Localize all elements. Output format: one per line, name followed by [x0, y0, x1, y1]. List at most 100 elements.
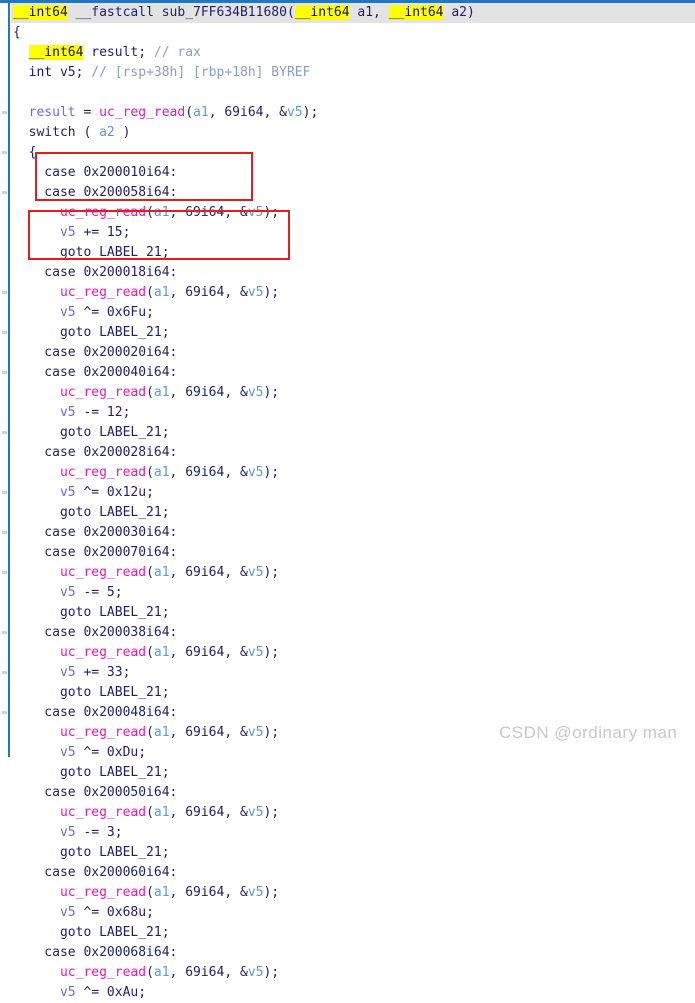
- code-line[interactable]: goto LABEL_21;: [11, 763, 695, 783]
- code-token-plain: (: [146, 805, 154, 820]
- code-token-plain: );: [302, 105, 319, 120]
- code-line[interactable]: goto LABEL_21;: [11, 323, 695, 343]
- code-token-arg: a1: [193, 105, 209, 120]
- code-line[interactable]: {: [11, 23, 695, 43]
- code-line[interactable]: uc_reg_read(a1, 69i64, &v5);: [11, 283, 695, 303]
- code-token-plain: );: [263, 285, 280, 300]
- code-token-arg: a1: [153, 465, 170, 480]
- code-token-plain: );: [263, 205, 280, 220]
- code-line[interactable]: case 0x200068i64:: [11, 943, 695, 963]
- code-token-plain: (: [146, 565, 154, 580]
- code-line[interactable]: case 0x200070i64:: [11, 543, 695, 563]
- code-line[interactable]: int v5; // [rsp+38h] [rbp+18h] BYREF: [11, 63, 695, 83]
- code-line[interactable]: result = uc_reg_read(a1, 69i64, &v5);: [11, 103, 695, 123]
- code-line[interactable]: v5 ^= 0x6Fu;: [11, 303, 695, 323]
- code-token-plain: ,: [169, 725, 186, 740]
- code-line[interactable]: uc_reg_read(a1, 69i64, &v5);: [11, 643, 695, 663]
- code-line[interactable]: v5 -= 12;: [11, 403, 695, 423]
- code-token-plain: goto LABEL_21;: [13, 605, 170, 620]
- code-line[interactable]: case 0x200050i64:: [11, 783, 695, 803]
- code-token-arg: v5: [247, 725, 264, 740]
- code-token-arg: a1: [153, 725, 170, 740]
- code-line[interactable]: case 0x200058i64:: [11, 183, 695, 203]
- code-token-plain: case 0x200038i64:: [13, 625, 178, 640]
- code-gutter[interactable]: [0, 3, 11, 757]
- code-token-fn: uc_reg_read: [59, 805, 147, 820]
- code-token-arg: v5: [247, 385, 264, 400]
- code-line[interactable]: case 0x200060i64:: [11, 863, 695, 883]
- code-line[interactable]: goto LABEL_21;: [11, 243, 695, 263]
- code-line[interactable]: case 0x200018i64:: [11, 263, 695, 283]
- code-token-plain: );: [263, 565, 280, 580]
- code-line[interactable]: v5 -= 5;: [11, 583, 695, 603]
- code-line[interactable]: goto LABEL_21;: [11, 683, 695, 703]
- code-token-num: 69i64: [185, 805, 225, 820]
- code-token-plain: case 0x200050i64:: [13, 785, 178, 800]
- code-line[interactable]: uc_reg_read(a1, 69i64, &v5);: [11, 563, 695, 583]
- code-line[interactable]: uc_reg_read(a1, 69i64, &v5);: [11, 803, 695, 823]
- code-line[interactable]: uc_reg_read(a1, 69i64, &v5);: [11, 463, 695, 483]
- code-line[interactable]: case 0x200030i64:: [11, 523, 695, 543]
- gutter-tick-mark: [2, 191, 7, 194]
- code-line[interactable]: case 0x200048i64:: [11, 703, 695, 723]
- code-token-plain: case 0x200030i64:: [13, 525, 178, 540]
- code-line[interactable]: case 0x200010i64:: [11, 163, 695, 183]
- code-token-var: v5: [59, 745, 76, 760]
- code-line[interactable]: v5 += 15;: [11, 223, 695, 243]
- code-token-plain: (: [185, 105, 194, 120]
- code-token-var: v5: [59, 905, 76, 920]
- code-token-plain: case 0x200058i64:: [13, 185, 178, 200]
- code-line[interactable]: goto LABEL_21;: [11, 503, 695, 523]
- code-line[interactable]: uc_reg_read(a1, 69i64, &v5);: [11, 963, 695, 983]
- code-token-plain: );: [263, 805, 280, 820]
- gutter-tick-mark: [2, 631, 7, 634]
- code-line[interactable]: goto LABEL_21;: [11, 843, 695, 863]
- code-line[interactable]: v5 ^= 0xAu;: [11, 983, 695, 1003]
- code-line[interactable]: v5 += 33;: [11, 663, 695, 683]
- code-token-plain: goto LABEL_21;: [13, 925, 170, 940]
- code-line[interactable]: v5 ^= 0x12u;: [11, 483, 695, 503]
- gutter-vertical-rule: [8, 3, 10, 757]
- code-line[interactable]: __int64 __fastcall sub_7FF634B11680(__in…: [11, 3, 695, 23]
- code-token-plain: -= 3;: [75, 825, 123, 840]
- code-line[interactable]: uc_reg_read(a1, 69i64, &v5);: [11, 203, 695, 223]
- code-line[interactable]: goto LABEL_21;: [11, 923, 695, 943]
- code-line[interactable]: case 0x200038i64:: [11, 623, 695, 643]
- code-token-fn: uc_reg_read: [59, 965, 147, 980]
- code-line[interactable]: v5 ^= 0xDu;: [11, 743, 695, 763]
- code-line[interactable]: uc_reg_read(a1, 69i64, &v5);: [11, 883, 695, 903]
- code-text-area[interactable]: __int64 __fastcall sub_7FF634B11680(__in…: [11, 3, 695, 1000]
- code-line[interactable]: case 0x200020i64:: [11, 343, 695, 363]
- code-token-plain: (: [146, 645, 154, 660]
- code-line[interactable]: case 0x200040i64:: [11, 363, 695, 383]
- code-line[interactable]: case 0x200028i64:: [11, 443, 695, 463]
- code-line[interactable]: uc_reg_read(a1, 69i64, &v5);: [11, 383, 695, 403]
- code-token-plain: ,: [169, 465, 186, 480]
- code-line[interactable]: switch ( a2 ): [11, 123, 695, 143]
- code-line[interactable]: [11, 83, 695, 103]
- gutter-tick-mark: [2, 151, 7, 154]
- code-token-plain: , &: [224, 645, 248, 660]
- code-token-plain: (: [146, 385, 154, 400]
- code-line[interactable]: __int64 result; // rax: [11, 43, 695, 63]
- code-line[interactable]: {: [11, 143, 695, 163]
- gutter-tick-mark: [2, 111, 7, 114]
- gutter-tick-mark: [2, 371, 7, 374]
- code-line[interactable]: v5 ^= 0x68u;: [11, 903, 695, 923]
- code-token-plain: goto LABEL_21;: [13, 505, 170, 520]
- code-line[interactable]: goto LABEL_21;: [11, 423, 695, 443]
- code-line[interactable]: goto LABEL_21;: [11, 603, 695, 623]
- code-token-plain: += 33;: [75, 665, 131, 680]
- code-token-plain: -= 5;: [75, 585, 123, 600]
- code-line[interactable]: v5 -= 3;: [11, 823, 695, 843]
